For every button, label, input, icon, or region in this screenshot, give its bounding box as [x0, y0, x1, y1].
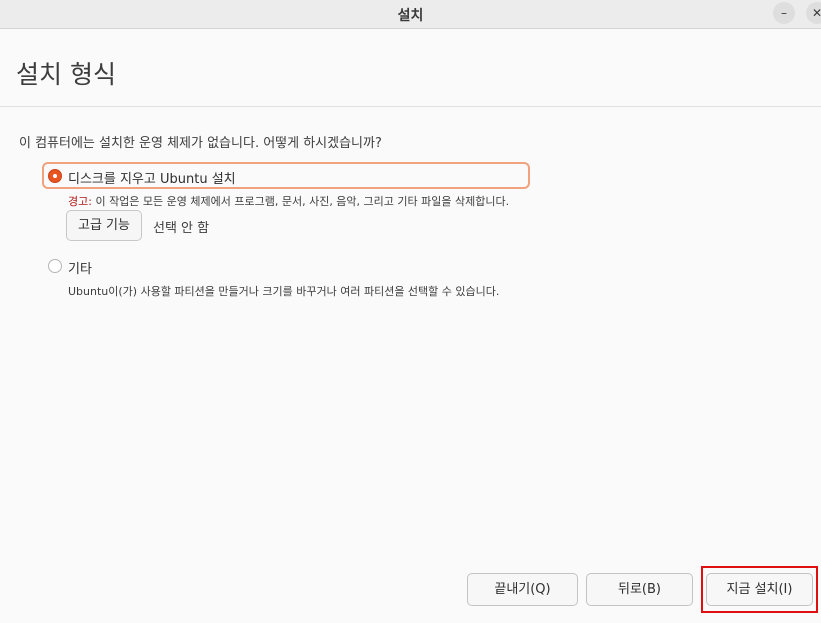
close-button[interactable]: ✕	[806, 2, 821, 24]
page-title: 설치 형식	[16, 60, 116, 89]
page-header: 설치 형식	[0, 29, 821, 107]
window-title: 설치	[397, 8, 424, 24]
installer-window: 설치 – ✕ 설치 형식 이 컴퓨터에는 설치한 운영 체제가 없습니다. 어떻…	[0, 0, 821, 623]
radio-erase-disk[interactable]	[48, 169, 62, 183]
erase-warning: 경고: 이 작업은 모든 운영 체제에서 프로그램, 문서, 사진, 음악, 그…	[68, 193, 509, 209]
option-erase-disk-label[interactable]: 디스크를 지우고 Ubuntu 설치	[68, 168, 236, 187]
close-icon: ✕	[811, 6, 821, 20]
radio-something-else[interactable]	[48, 259, 62, 273]
advanced-features-status: 선택 안 함	[153, 221, 210, 236]
back-button[interactable]: 뒤로(B)	[586, 573, 693, 606]
quit-button[interactable]: 끝내기(Q)	[467, 573, 578, 606]
minimize-icon: –	[781, 6, 787, 20]
option-something-else-description: Ubuntu이(가) 사용할 파티션을 만들거나 크기를 바꾸거나 여러 파티션…	[68, 285, 500, 298]
option-something-else-label[interactable]: 기타	[68, 258, 92, 277]
warning-label: 경고:	[68, 195, 92, 208]
minimize-button[interactable]: –	[773, 2, 795, 24]
warning-text: 이 작업은 모든 운영 체제에서 프로그램, 문서, 사진, 음악, 그리고 기…	[91, 195, 510, 208]
install-question: 이 컴퓨터에는 설치한 운영 체제가 없습니다. 어떻게 하시겠습니까?	[19, 136, 382, 151]
advanced-features-button[interactable]: 고급 기능	[66, 210, 142, 241]
title-bar: 설치 – ✕	[0, 0, 821, 29]
install-now-button[interactable]: 지금 설치(I)	[706, 573, 813, 606]
